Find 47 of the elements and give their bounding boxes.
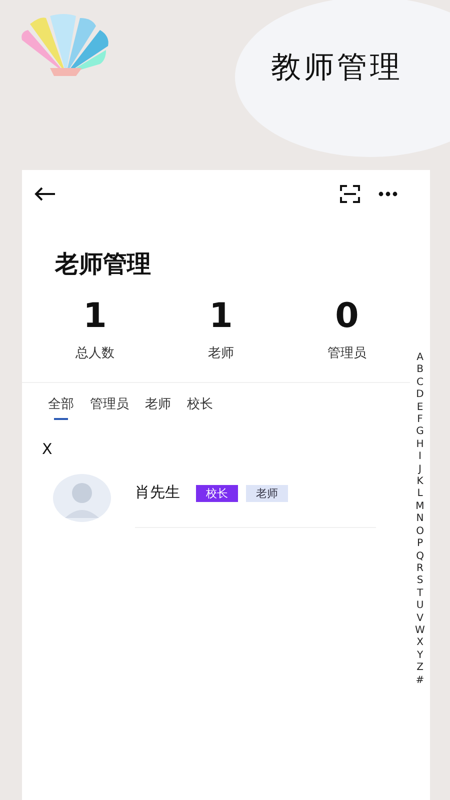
index-letter[interactable]: E — [416, 402, 424, 414]
filter-tab[interactable]: 老师 — [145, 395, 171, 426]
group-letter: X — [42, 440, 54, 458]
stat-value: 1 — [83, 296, 107, 336]
index-letter[interactable]: Z — [416, 662, 424, 675]
index-letter[interactable]: B — [416, 364, 424, 377]
index-letter[interactable]: O — [416, 526, 424, 538]
stat-value: 0 — [335, 296, 359, 336]
index-letter[interactable]: X — [416, 637, 424, 650]
index-letter[interactable]: A — [416, 352, 424, 364]
index-letter[interactable]: W — [415, 624, 425, 638]
more-icon[interactable] — [378, 191, 398, 197]
index-letter[interactable]: M — [416, 500, 424, 514]
index-letter[interactable]: T — [416, 588, 424, 600]
index-letter[interactable]: P — [416, 538, 424, 550]
filter-tab[interactable]: 全部 — [48, 395, 74, 426]
index-letter[interactable]: F — [417, 414, 423, 426]
avatar-silhouette-icon — [53, 474, 111, 522]
index-letter[interactable]: R — [416, 562, 424, 576]
index-letter[interactable]: # — [416, 674, 424, 687]
filter-tab[interactable]: 校长 — [187, 395, 213, 426]
scan-icon[interactable] — [340, 185, 360, 203]
filter-tab[interactable]: 管理员 — [90, 395, 129, 426]
index-letter[interactable]: C — [416, 376, 424, 390]
stat-label: 管理员 — [328, 345, 366, 362]
index-letter[interactable]: V — [416, 612, 424, 625]
back-arrow-icon[interactable] — [34, 187, 56, 201]
index-letter[interactable]: K — [416, 476, 424, 488]
member-name: 肖先生 — [135, 483, 180, 502]
header-title: 教师管理 — [271, 48, 403, 86]
role-tag: 老师 — [246, 485, 288, 502]
page-title: 老师管理 — [55, 249, 152, 280]
index-letter[interactable]: D — [416, 389, 424, 402]
stat-label: 总人数 — [76, 345, 114, 362]
index-letter[interactable]: Q — [416, 550, 424, 563]
index-letter[interactable]: I — [418, 451, 422, 464]
index-letter[interactable]: L — [417, 488, 423, 501]
stat-value: 1 — [209, 296, 233, 336]
index-letter[interactable]: G — [416, 426, 424, 439]
index-letter[interactable]: H — [416, 438, 424, 452]
role-tag: 校长 — [196, 485, 238, 502]
index-letter[interactable]: J — [418, 464, 422, 476]
index-letter[interactable]: N — [416, 513, 424, 526]
index-letter[interactable]: U — [416, 600, 424, 613]
stat-label: 老师 — [208, 345, 234, 362]
index-letter[interactable]: Y — [416, 650, 424, 662]
index-letter[interactable]: S — [416, 575, 424, 588]
